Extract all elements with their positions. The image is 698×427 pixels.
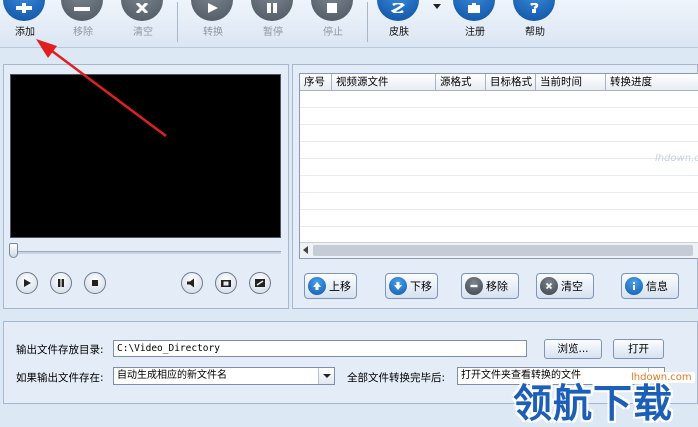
pause-icon bbox=[251, 0, 293, 21]
add-button[interactable]: 添加 bbox=[0, 0, 50, 48]
horizontal-scrollbar[interactable] bbox=[300, 242, 698, 258]
file-list-table[interactable]: 序号 视频源文件 源格式 目标格式 当前时间 转换进度 bbox=[299, 73, 698, 259]
pause-label: 暂停 bbox=[263, 27, 283, 38]
list-clear-label: 清空 bbox=[561, 280, 583, 293]
remove-label: 移除 bbox=[73, 27, 93, 38]
convert-button[interactable]: 转换 bbox=[188, 0, 238, 48]
toolbar-separator bbox=[367, 2, 368, 42]
toolbar: 添加 移除 清空 转换 暂停 停止 皮肤 注册 帮助 bbox=[0, 0, 698, 48]
after-convert-label: 全部文件转换完毕后: bbox=[347, 372, 446, 384]
stop-icon bbox=[92, 280, 98, 286]
play-icon bbox=[24, 279, 31, 287]
column-header-source-format[interactable]: 源格式 bbox=[436, 74, 486, 91]
plus-icon bbox=[3, 0, 45, 21]
table-header: 序号 视频源文件 源格式 目标格式 当前时间 转换进度 bbox=[300, 74, 698, 91]
snapshot-icon bbox=[221, 280, 231, 287]
output-dir-label: 输出文件存放目录: bbox=[16, 344, 104, 356]
info-icon bbox=[625, 277, 643, 295]
help-icon bbox=[513, 0, 555, 21]
after-convert-value: 打开文件夹查看转换的文件 bbox=[461, 370, 581, 381]
output-dir-field[interactable]: C:\Video_Directory bbox=[113, 340, 527, 357]
toolbar-separator bbox=[177, 2, 178, 42]
stop-label: 停止 bbox=[323, 27, 343, 38]
move-down-label: 下移 bbox=[410, 280, 432, 293]
list-remove-button[interactable]: 移除 bbox=[461, 273, 519, 299]
volume-icon bbox=[187, 278, 194, 288]
add-label: 添加 bbox=[15, 27, 35, 38]
skin-label: 皮肤 bbox=[389, 27, 409, 38]
pause-button[interactable]: 暂停 bbox=[248, 0, 298, 48]
minus-icon bbox=[61, 0, 103, 21]
player-snapshot-button[interactable] bbox=[215, 272, 237, 294]
arrow-down-icon bbox=[389, 277, 407, 295]
folder-icon bbox=[255, 279, 265, 287]
clear-icon bbox=[121, 0, 163, 21]
register-button[interactable]: 注册 bbox=[450, 0, 500, 48]
player-pause-button[interactable] bbox=[50, 272, 72, 294]
info-label: 信息 bbox=[646, 280, 668, 293]
move-up-button[interactable]: 上移 bbox=[304, 273, 357, 299]
clear-label: 清空 bbox=[133, 27, 153, 38]
column-header-current-time[interactable]: 当前时间 bbox=[536, 74, 606, 91]
seek-track[interactable] bbox=[11, 251, 281, 254]
browse-button[interactable]: 浏览... bbox=[544, 339, 602, 359]
skin-dropdown-icon[interactable] bbox=[433, 4, 441, 9]
skin-icon bbox=[377, 0, 419, 21]
register-label: 注册 bbox=[465, 27, 485, 38]
file-exists-select[interactable]: 自动生成相应的新文件名 bbox=[113, 367, 335, 385]
watermark-small: lhdown.com bbox=[655, 153, 698, 164]
file-exists-value: 自动生成相应的新文件名 bbox=[117, 370, 227, 381]
column-header-source-file[interactable]: 视频源文件 bbox=[332, 74, 436, 91]
scroll-left-icon[interactable] bbox=[303, 246, 308, 254]
file-list-panel: 序号 视频源文件 源格式 目标格式 当前时间 转换进度 上移 下移 移除 清空 … bbox=[292, 64, 698, 309]
column-header-target-format[interactable]: 目标格式 bbox=[486, 74, 536, 91]
seek-slider-thumb[interactable] bbox=[9, 243, 18, 258]
pause-icon bbox=[58, 279, 64, 287]
list-remove-label: 移除 bbox=[486, 280, 508, 293]
chevron-down-icon[interactable] bbox=[318, 368, 334, 384]
remove-button[interactable]: 移除 bbox=[58, 0, 108, 48]
skin-button[interactable]: 皮肤 bbox=[374, 0, 424, 48]
player-folder-button[interactable] bbox=[249, 272, 271, 294]
help-button[interactable]: 帮助 bbox=[510, 0, 560, 48]
stop-icon bbox=[311, 0, 353, 21]
register-icon bbox=[453, 0, 495, 21]
move-up-label: 上移 bbox=[329, 280, 351, 293]
open-button[interactable]: 打开 bbox=[613, 339, 664, 359]
player-play-button[interactable] bbox=[16, 272, 38, 294]
table-rows-area bbox=[300, 91, 698, 242]
video-preview bbox=[10, 74, 281, 238]
help-label: 帮助 bbox=[525, 27, 545, 38]
player-panel bbox=[3, 64, 289, 309]
scrollbar-thumb[interactable] bbox=[313, 245, 693, 256]
player-stop-button[interactable] bbox=[84, 272, 106, 294]
file-exists-label: 如果输出文件存在: bbox=[16, 372, 104, 384]
minus-icon bbox=[465, 277, 483, 295]
clear-icon bbox=[540, 277, 558, 295]
move-down-button[interactable]: 下移 bbox=[385, 273, 438, 299]
clear-button[interactable]: 清空 bbox=[118, 0, 168, 48]
watermark-logo-text: 领航下载 bbox=[513, 382, 674, 427]
column-header-progress[interactable]: 转换进度 bbox=[606, 74, 698, 91]
stop-button[interactable]: 停止 bbox=[308, 0, 358, 48]
convert-label: 转换 bbox=[203, 27, 223, 38]
play-icon bbox=[191, 0, 233, 21]
list-clear-button[interactable]: 清空 bbox=[536, 273, 594, 299]
player-volume-button[interactable] bbox=[181, 272, 203, 294]
column-header-index[interactable]: 序号 bbox=[300, 74, 332, 91]
info-button[interactable]: 信息 bbox=[621, 273, 679, 299]
arrow-up-icon bbox=[308, 277, 326, 295]
